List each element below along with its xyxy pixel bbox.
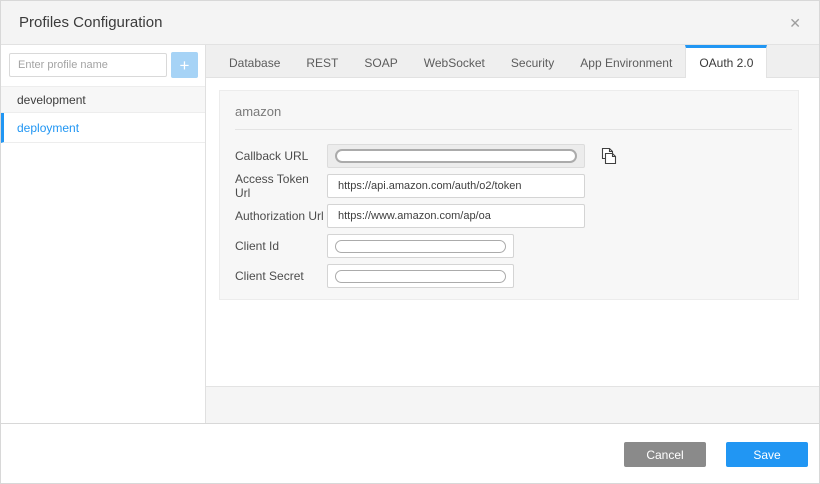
callback-url-label: Callback URL xyxy=(235,149,327,163)
access-token-url-input[interactable] xyxy=(327,174,585,198)
tab-database[interactable]: Database xyxy=(216,45,293,77)
oauth-tab-content: amazon Callback URL xyxy=(206,78,819,386)
dialog-body: + development deployment Database REST S… xyxy=(1,45,819,424)
copy-icon[interactable] xyxy=(598,145,620,167)
save-button[interactable]: Save xyxy=(726,442,808,467)
tab-security[interactable]: Security xyxy=(498,45,567,77)
tab-websocket[interactable]: WebSocket xyxy=(411,45,498,77)
profiles-sidebar: + development deployment xyxy=(1,45,206,423)
authorization-url-row: Authorization Url xyxy=(220,204,798,228)
settings-tabbar: Database REST SOAP WebSocket Security Ap… xyxy=(206,45,819,78)
profile-input-row: + xyxy=(1,45,205,83)
profile-item-deployment[interactable]: deployment xyxy=(1,113,205,143)
tab-footer-stripe xyxy=(206,386,819,423)
callback-url-field xyxy=(327,144,585,168)
authorization-url-label: Authorization Url xyxy=(235,209,327,223)
client-id-row: Client Id xyxy=(220,234,798,258)
dialog-header: Profiles Configuration ✕ xyxy=(1,1,819,45)
access-token-url-label: Access Token Url xyxy=(235,172,327,200)
amazon-oauth-panel: amazon Callback URL xyxy=(219,90,799,300)
profile-settings-content: Database REST SOAP WebSocket Security Ap… xyxy=(206,45,819,423)
authorization-url-input[interactable] xyxy=(327,204,585,228)
client-id-label: Client Id xyxy=(235,239,327,253)
access-token-url-row: Access Token Url xyxy=(220,174,798,198)
redacted-value xyxy=(335,149,577,163)
dialog-footer: Cancel Save xyxy=(1,424,819,483)
dialog-title: Profiles Configuration xyxy=(19,14,162,31)
provider-name: amazon xyxy=(220,91,798,119)
redacted-value xyxy=(335,240,506,253)
profiles-configuration-dialog: Profiles Configuration ✕ + development d… xyxy=(0,0,820,484)
tab-app-environment[interactable]: App Environment xyxy=(567,45,685,77)
close-icon[interactable]: ✕ xyxy=(785,12,805,34)
profile-list: development deployment xyxy=(1,86,205,143)
client-id-field[interactable] xyxy=(327,234,514,258)
client-secret-field[interactable] xyxy=(327,264,514,288)
profile-item-label: deployment xyxy=(17,121,79,135)
tab-soap[interactable]: SOAP xyxy=(351,45,410,77)
callback-url-row: Callback URL xyxy=(220,144,798,168)
tab-rest[interactable]: REST xyxy=(293,45,351,77)
client-secret-label: Client Secret xyxy=(235,269,327,283)
profile-item-label: development xyxy=(17,93,86,107)
tab-oauth-2-0[interactable]: OAuth 2.0 xyxy=(685,45,767,78)
add-profile-button[interactable]: + xyxy=(171,52,198,78)
cancel-button[interactable]: Cancel xyxy=(624,442,706,467)
profile-name-input[interactable] xyxy=(9,53,167,77)
profile-item-development[interactable]: development xyxy=(1,86,205,113)
oauth-form: Callback URL xyxy=(220,130,798,288)
redacted-value xyxy=(335,270,506,283)
client-secret-row: Client Secret xyxy=(220,264,798,288)
